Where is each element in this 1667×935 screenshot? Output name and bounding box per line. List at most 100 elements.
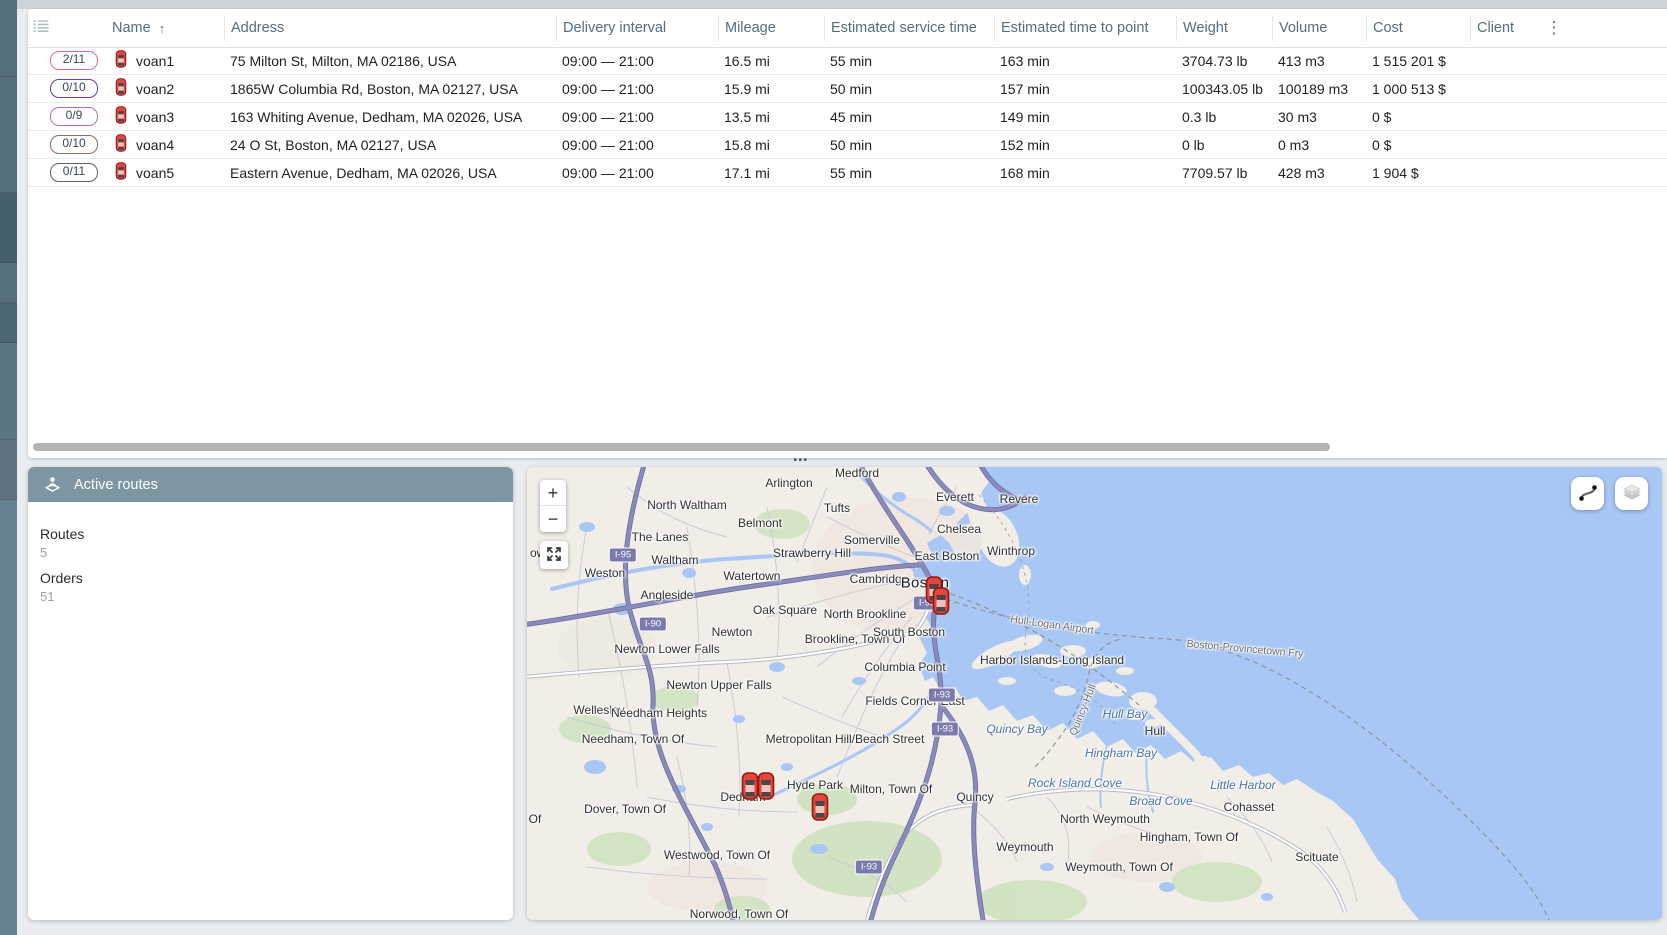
truck-icon <box>115 134 127 155</box>
top-strip <box>17 0 1667 9</box>
service-time-cell: 50 min <box>824 75 994 102</box>
truck-icon <box>115 50 127 71</box>
table-body: 2/11 voan175 Milton St, Milton, MA 02186… <box>28 47 1667 187</box>
sidebar-item[interactable] <box>0 263 17 303</box>
volume-cell: 0 m3 <box>1272 131 1366 158</box>
client-cell <box>1470 131 1667 158</box>
row-id-cell: 0/9 voan3 <box>28 103 224 130</box>
weight-cell: 0 lb <box>1176 131 1272 158</box>
column-header-cost[interactable]: Cost <box>1366 15 1470 41</box>
table-row[interactable]: 0/11 voan5 Eastern Avenue, Dedham, MA 020… <box>28 159 1667 187</box>
vehicle-name: voan4 <box>136 137 174 153</box>
table-row[interactable]: 0/10 voan424 O St, Boston, MA 02127, USA… <box>28 131 1667 159</box>
sidebar-item[interactable] <box>0 343 17 440</box>
zoom-out-button[interactable]: − <box>540 506 566 532</box>
active-routes-body: Routes 5 Orders 51 <box>28 502 513 604</box>
map-basemap <box>527 467 1662 920</box>
map[interactable]: MedfordArlingtonEverettRevereTuftsNorth … <box>527 467 1662 920</box>
volume-cell: 30 m3 <box>1272 103 1366 130</box>
zoom-in-button[interactable]: + <box>540 480 566 506</box>
delivery-interval-cell: 09:00 — 21:00 <box>556 159 718 186</box>
cost-cell: 0 $ <box>1366 103 1470 130</box>
sidebar-item[interactable] <box>0 193 17 263</box>
vehicle-name: voan5 <box>136 165 174 181</box>
client-cell <box>1470 159 1667 186</box>
delivery-interval-cell: 09:00 — 21:00 <box>556 131 718 158</box>
orders-label: Orders <box>40 570 513 586</box>
header-name-cell[interactable]: Name ↑ <box>28 15 224 41</box>
row-id-cell: 0/10 voan2 <box>28 75 224 102</box>
capacity-badge: 0/11 <box>50 163 98 182</box>
cost-cell: 1 000 513 $ <box>1366 75 1470 102</box>
capacity-badge: 0/9 <box>50 107 98 126</box>
layers-button[interactable] <box>1615 477 1648 510</box>
row-id-cell: 2/11 voan1 <box>28 47 224 74</box>
sidebar-item[interactable] <box>0 500 17 935</box>
route-curve-icon <box>1577 482 1599 504</box>
table-row[interactable]: 2/11 voan175 Milton St, Milton, MA 02186… <box>28 47 1667 75</box>
active-routes-title: Active routes <box>74 477 158 493</box>
routes-value: 5 <box>40 545 513 560</box>
service-time-cell: 45 min <box>824 103 994 130</box>
table-row[interactable]: 0/10 voan21865W Columbia Rd, Boston, MA … <box>28 75 1667 103</box>
column-menu-icon[interactable]: ⋮ <box>1544 16 1564 40</box>
mileage-cell: 15.8 mi <box>718 131 824 158</box>
column-header-volume[interactable]: Volume <box>1272 15 1366 41</box>
left-sidebar-rail[interactable] <box>0 0 17 935</box>
map-toolbar <box>1571 477 1648 510</box>
list-icon[interactable] <box>33 19 49 37</box>
address-cell: 24 O St, Boston, MA 02127, USA <box>224 131 556 158</box>
column-header-weight[interactable]: Weight <box>1176 15 1272 41</box>
panel-splitter-handle[interactable]: ••• <box>786 455 816 466</box>
column-header-address[interactable]: Address <box>224 15 556 41</box>
sidebar-item[interactable] <box>0 77 17 193</box>
service-time-cell: 55 min <box>824 159 994 186</box>
column-header-estimated-service-time[interactable]: Estimated service time <box>824 15 994 41</box>
column-header-mileage[interactable]: Mileage <box>718 15 824 41</box>
truck-icon <box>115 162 127 183</box>
person-pin-icon <box>43 475 62 494</box>
truck-marker[interactable] <box>811 793 830 821</box>
sidebar-item[interactable] <box>0 303 17 343</box>
active-routes-header[interactable]: Active routes <box>28 467 513 502</box>
mileage-cell: 15.9 mi <box>718 75 824 102</box>
client-cell <box>1470 103 1667 130</box>
truck-marker[interactable] <box>757 772 776 800</box>
column-header-delivery-interval[interactable]: Delivery interval <box>556 15 718 41</box>
route-path-button[interactable] <box>1571 477 1604 510</box>
mileage-cell: 13.5 mi <box>718 103 824 130</box>
volume-cell: 413 m3 <box>1272 47 1366 74</box>
zoom-controls: + − <box>540 480 566 532</box>
time-to-point-cell: 157 min <box>994 75 1176 102</box>
column-header-client[interactable]: Client <box>1470 15 1667 41</box>
time-to-point-cell: 168 min <box>994 159 1176 186</box>
column-header-name[interactable]: Name <box>112 20 151 36</box>
routes-label: Routes <box>40 526 513 542</box>
horizontal-scrollbar[interactable] <box>33 443 1330 451</box>
fullscreen-button[interactable] <box>540 541 568 569</box>
time-to-point-cell: 149 min <box>994 103 1176 130</box>
row-id-cell: 0/10 voan4 <box>28 131 224 158</box>
sort-ascending-icon[interactable]: ↑ <box>159 21 166 36</box>
mileage-cell: 16.5 mi <box>718 47 824 74</box>
table-header-row: Name ↑ Address Delivery interval Mileage… <box>28 9 1667 47</box>
volume-cell: 100189 m3 <box>1272 75 1366 102</box>
table-row[interactable]: 0/9 voan3163 Whiting Avenue, Dedham, MA … <box>28 103 1667 131</box>
capacity-badge: 0/10 <box>50 135 98 154</box>
column-header-estimated-time-to-point[interactable]: Estimated time to point <box>994 15 1176 41</box>
address-cell: 75 Milton St, Milton, MA 02186, USA <box>224 47 556 74</box>
weight-cell: 3704.73 lb <box>1176 47 1272 74</box>
cost-cell: 1 904 $ <box>1366 159 1470 186</box>
sidebar-item[interactable] <box>0 440 17 500</box>
address-cell: 163 Whiting Avenue, Dedham, MA 02026, US… <box>224 103 556 130</box>
service-time-cell: 55 min <box>824 47 994 74</box>
cost-cell: 1 515 201 $ <box>1366 47 1470 74</box>
capacity-badge: 2/11 <box>50 51 98 70</box>
active-routes-panel: Active routes Routes 5 Orders 51 <box>28 467 513 920</box>
capacity-badge: 0/10 <box>50 79 98 98</box>
truck-marker[interactable] <box>932 587 951 615</box>
expand-icon <box>545 545 563 563</box>
address-cell: Eastern Avenue, Dedham, MA 02026, USA <box>224 159 556 186</box>
sidebar-item[interactable] <box>0 0 17 77</box>
client-cell <box>1470 75 1667 102</box>
